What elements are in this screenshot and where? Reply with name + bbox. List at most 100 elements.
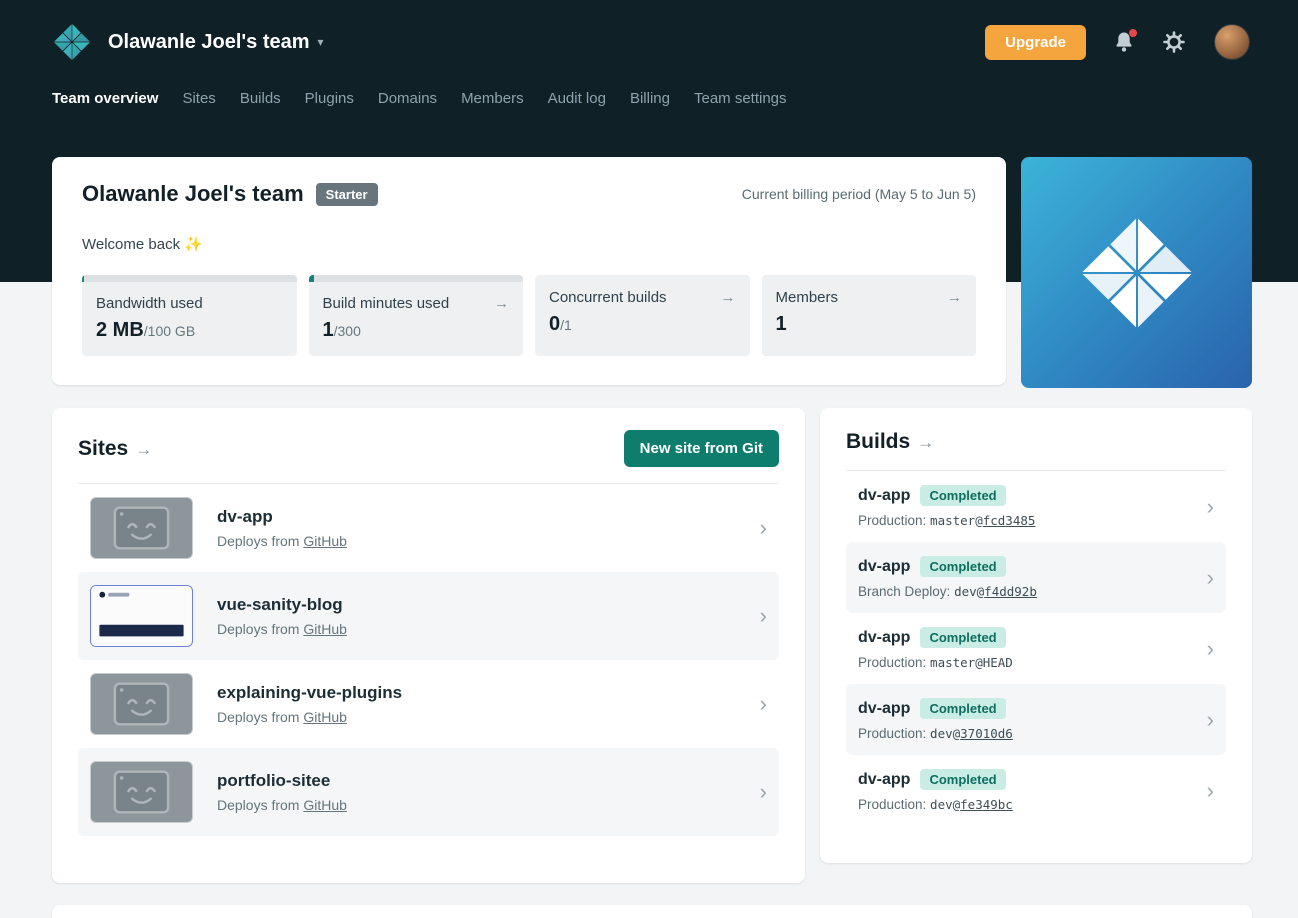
build-site-name: dv-app: [858, 700, 910, 718]
status-badge: Completed: [920, 627, 1005, 648]
stat-label: Concurrent builds: [549, 289, 667, 306]
deploy-source-text: Deploys from: [217, 797, 303, 813]
sites-card: Sites→ New site from Git dv-app Deploys …: [52, 408, 805, 883]
build-site-name: dv-app: [858, 558, 910, 576]
arrow-right-icon: →: [494, 295, 509, 312]
build-branch: master@: [930, 513, 983, 528]
chevron-right-icon: ›: [760, 605, 767, 627]
github-link[interactable]: GitHub: [303, 797, 347, 813]
build-branch: dev@: [954, 584, 984, 599]
topbar: Olawanle Joel's team ▾ Upgrade: [0, 0, 1298, 84]
nav-builds[interactable]: Builds: [240, 90, 281, 107]
build-row[interactable]: dv-app Completed Production: master@fcd3…: [846, 471, 1226, 542]
site-row[interactable]: vue-sanity-blog Deploys from GitHub ›: [78, 572, 779, 660]
build-minutes-progress-track: [309, 275, 524, 282]
build-site-name: dv-app: [858, 771, 910, 789]
new-site-from-git-button[interactable]: New site from Git: [624, 430, 779, 467]
deploy-source-text: Deploys from: [217, 709, 303, 725]
site-thumbnail: [90, 761, 193, 823]
nav-domains[interactable]: Domains: [378, 90, 437, 107]
stat-label: Bandwidth used: [96, 295, 203, 312]
build-context: Branch Deploy:: [858, 584, 954, 599]
stat-suffix: /1: [560, 317, 572, 333]
stat-bandwidth[interactable]: Bandwidth used 2 MB/100 GB: [82, 275, 297, 356]
chevron-right-icon: ›: [760, 781, 767, 803]
deploy-source-text: Deploys from: [217, 533, 303, 549]
plan-badge: Starter: [316, 183, 378, 206]
arrow-right-icon: →: [917, 433, 934, 452]
netlify-logo-icon[interactable]: [52, 22, 92, 62]
notifications-bell-icon[interactable]: [1114, 31, 1134, 53]
builds-list: dv-app Completed Production: master@fcd3…: [846, 471, 1226, 826]
chevron-right-icon: ›: [1207, 638, 1214, 660]
build-commit: HEAD: [983, 655, 1013, 670]
stat-build-minutes[interactable]: Build minutes used → 1/300: [309, 275, 524, 356]
nav-members[interactable]: Members: [461, 90, 524, 107]
stat-suffix: /100 GB: [144, 323, 195, 339]
sites-title-link[interactable]: Sites→: [78, 437, 152, 461]
nav-audit-log[interactable]: Audit log: [548, 90, 606, 107]
arrow-right-icon: →: [721, 289, 736, 306]
github-link[interactable]: GitHub: [303, 621, 347, 637]
stat-members[interactable]: Members → 1: [762, 275, 977, 356]
nav-team-overview[interactable]: Team overview: [52, 90, 158, 107]
chevron-right-icon: ›: [1207, 780, 1214, 802]
stat-value: 1: [323, 319, 334, 341]
netlify-promo-card[interactable]: [1021, 157, 1252, 388]
github-link[interactable]: GitHub: [303, 533, 347, 549]
github-link[interactable]: GitHub: [303, 709, 347, 725]
nav-billing[interactable]: Billing: [630, 90, 670, 107]
chevron-right-icon: ›: [1207, 496, 1214, 518]
site-thumbnail: [90, 673, 193, 735]
build-commit[interactable]: f4dd92b: [984, 584, 1037, 599]
bandwidth-progress-fill: [82, 275, 84, 282]
builds-title-link[interactable]: Builds→: [846, 430, 934, 454]
build-row[interactable]: dv-app Completed Branch Deploy: dev@f4dd…: [846, 542, 1226, 613]
deploy-source-text: Deploys from: [217, 621, 303, 637]
billing-period-text: Current billing period (May 5 to Jun 5): [742, 186, 976, 202]
build-minutes-progress-fill: [309, 275, 314, 282]
site-row[interactable]: dv-app Deploys from GitHub ›: [78, 484, 779, 572]
build-row[interactable]: dv-app Completed Production: dev@fe349bc…: [846, 755, 1226, 826]
build-branch: dev@: [930, 797, 960, 812]
nav-plugins[interactable]: Plugins: [305, 90, 354, 107]
stat-concurrent-builds[interactable]: Concurrent builds → 0/1: [535, 275, 750, 356]
build-branch: dev@: [930, 726, 960, 741]
build-context: Production:: [858, 797, 930, 812]
build-commit[interactable]: fe349bc: [960, 797, 1013, 812]
user-avatar[interactable]: [1214, 24, 1250, 60]
status-badge: Completed: [920, 698, 1005, 719]
bandwidth-progress-track: [82, 275, 297, 282]
status-badge: Completed: [920, 769, 1005, 790]
settings-gear-icon[interactable]: [1162, 30, 1186, 54]
status-badge: Completed: [920, 556, 1005, 577]
build-commit[interactable]: fcd3485: [983, 513, 1036, 528]
site-thumbnail: [90, 585, 193, 647]
site-name: portfolio-sitee: [217, 771, 347, 791]
team-name[interactable]: Olawanle Joel's team: [108, 31, 310, 54]
chevron-right-icon: ›: [1207, 709, 1214, 731]
build-row[interactable]: dv-app Completed Production: dev@37010d6…: [846, 684, 1226, 755]
chevron-right-icon: ›: [760, 693, 767, 715]
stat-suffix: /300: [334, 323, 361, 339]
build-site-name: dv-app: [858, 487, 910, 505]
build-branch: master@: [930, 655, 983, 670]
stat-value: 0: [549, 313, 560, 335]
team-nav: Team overview Sites Builds Plugins Domai…: [0, 84, 1298, 131]
stat-value: 1: [776, 313, 787, 335]
page-title: Olawanle Joel's team: [82, 181, 304, 207]
nav-team-settings[interactable]: Team settings: [694, 90, 787, 107]
team-summary-card: Olawanle Joel's team Starter Current bil…: [52, 157, 1006, 385]
build-row[interactable]: dv-app Completed Production: master@HEAD…: [846, 613, 1226, 684]
chevron-down-icon[interactable]: ▾: [318, 35, 324, 49]
nav-sites[interactable]: Sites: [182, 90, 215, 107]
stat-label: Build minutes used: [323, 295, 450, 312]
arrow-right-icon: →: [135, 440, 152, 459]
build-commit[interactable]: 37010d6: [960, 726, 1013, 741]
site-row[interactable]: explaining-vue-plugins Deploys from GitH…: [78, 660, 779, 748]
chevron-right-icon: ›: [760, 517, 767, 539]
site-row[interactable]: portfolio-sitee Deploys from GitHub ›: [78, 748, 779, 836]
upgrade-button[interactable]: Upgrade: [985, 25, 1086, 60]
stat-value: 2 MB: [96, 319, 144, 341]
stat-label: Members: [776, 289, 839, 306]
